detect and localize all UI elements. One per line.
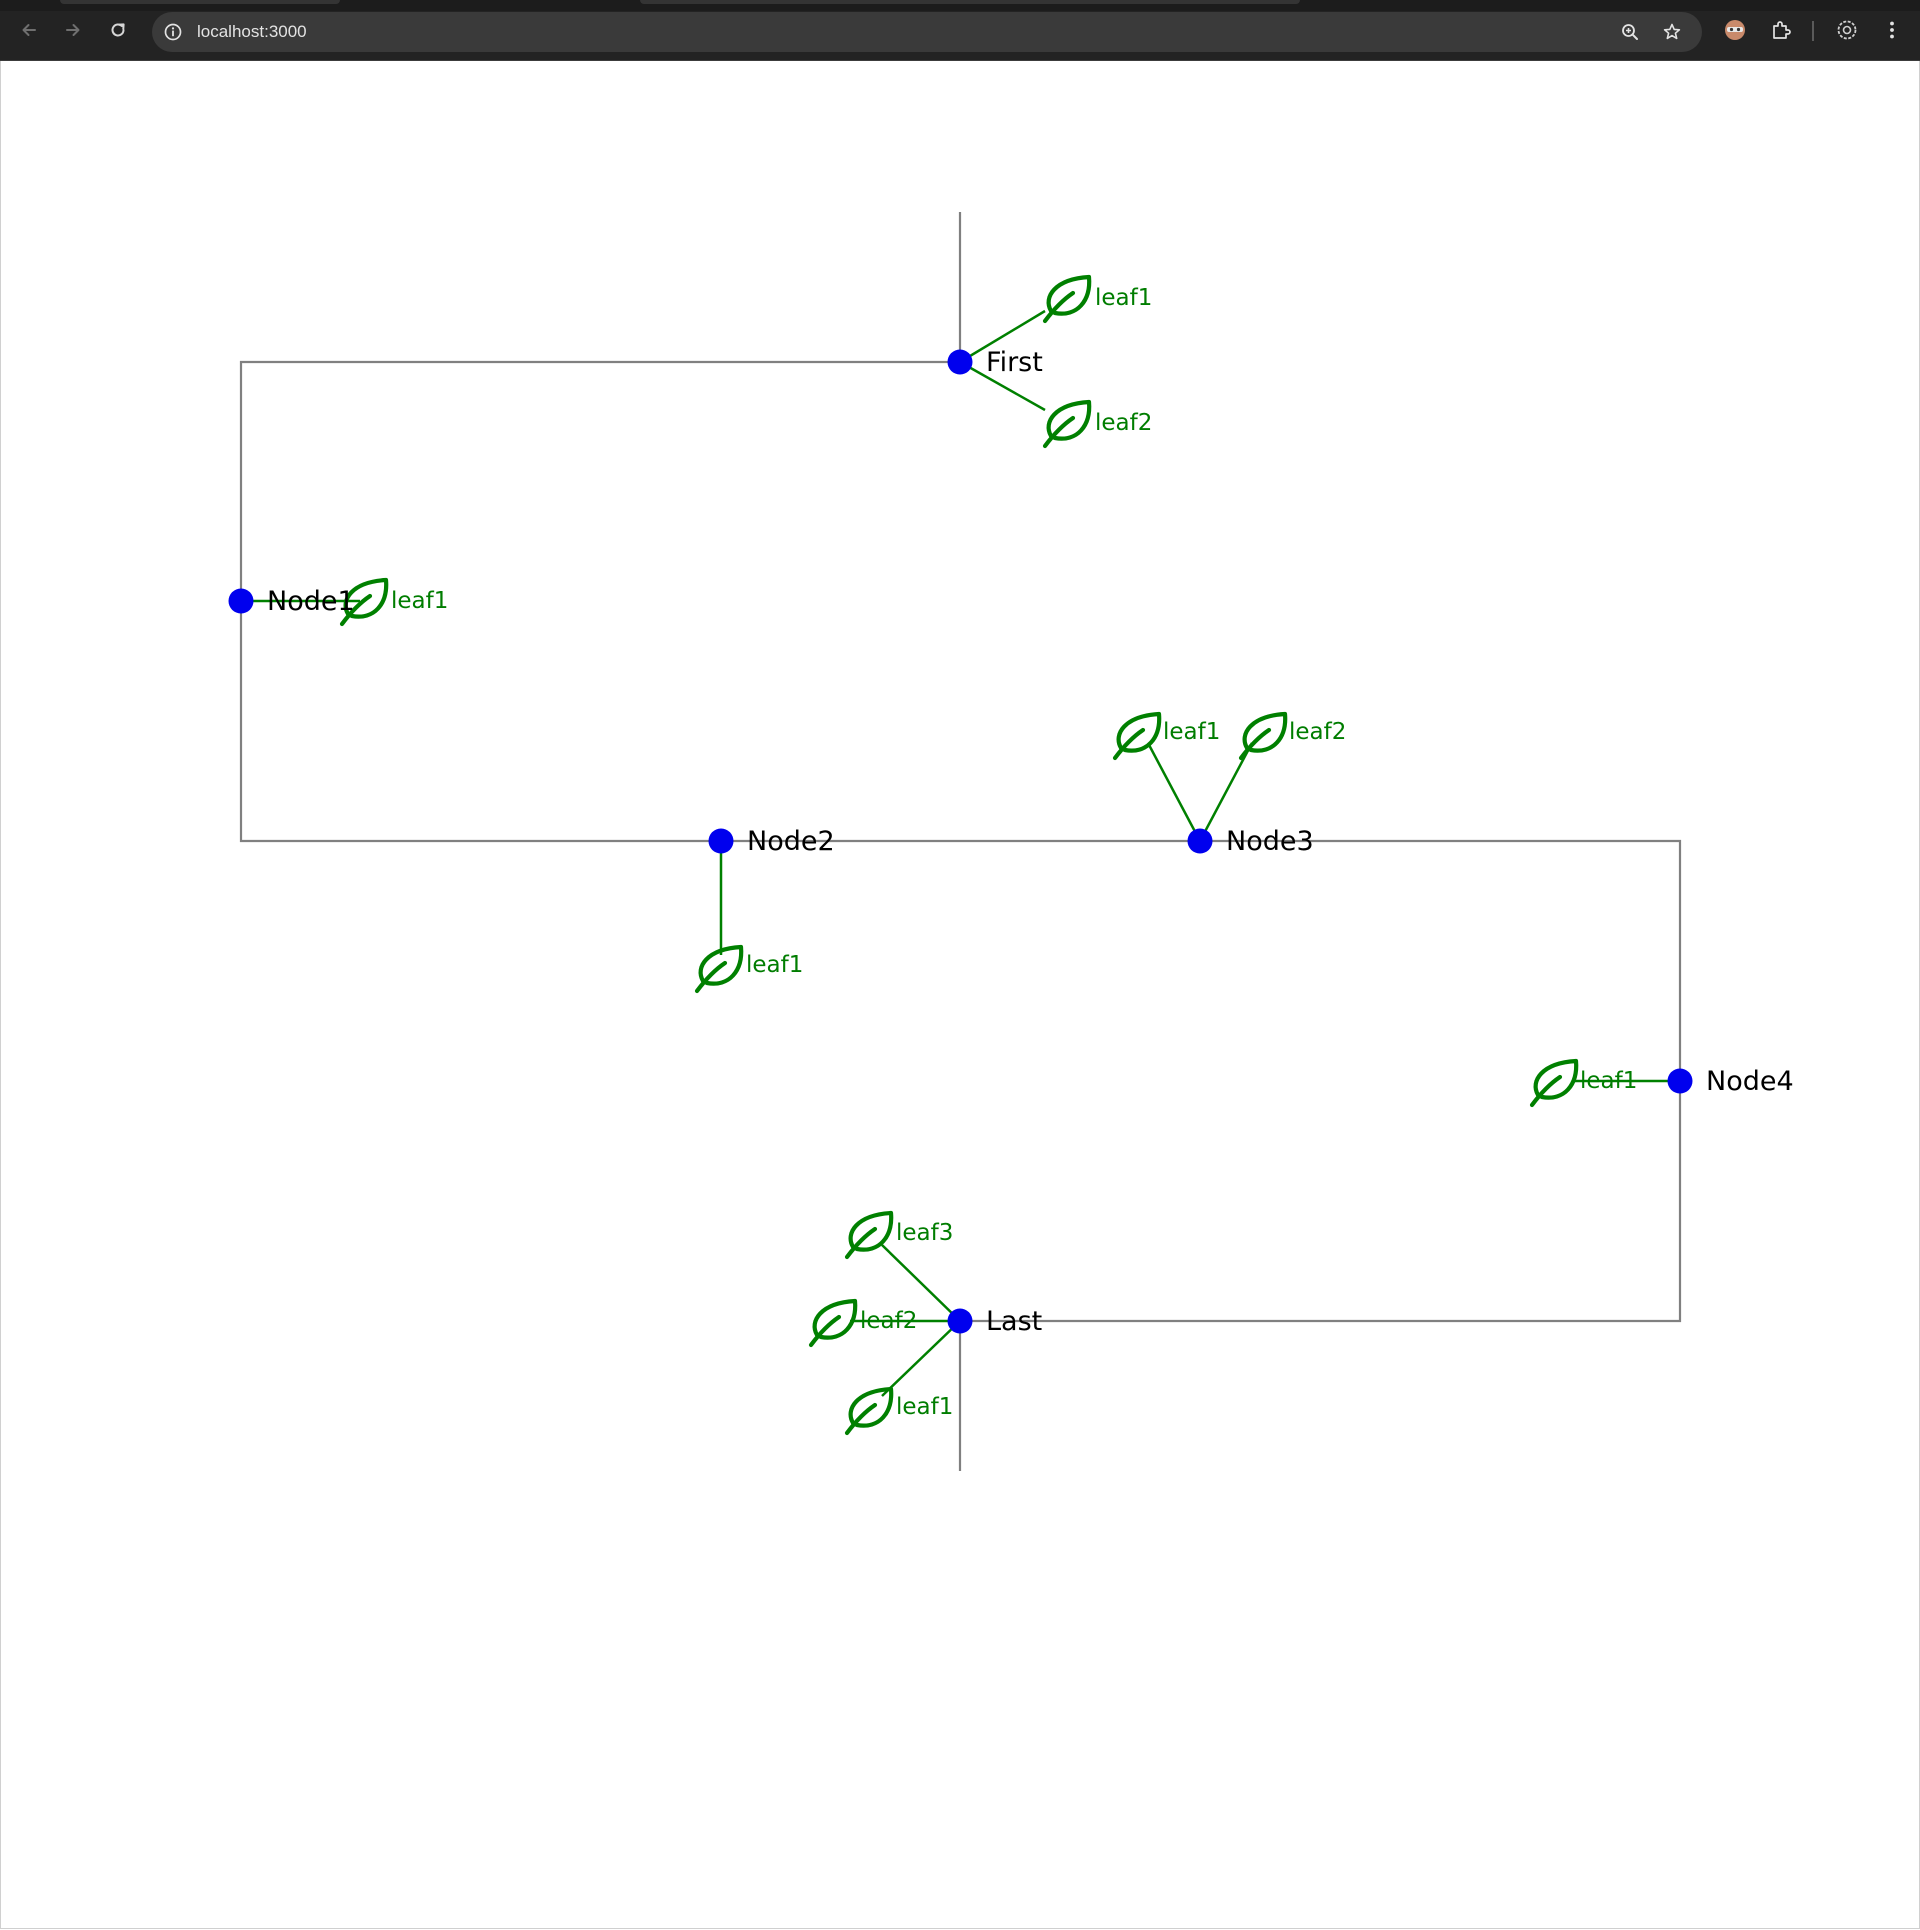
leaf-label-last-leaf1: leaf1 (896, 1394, 953, 1420)
leaf-label-node3-leaf1: leaf1 (1163, 719, 1220, 745)
leaf-label-node2-leaf1: leaf1 (746, 952, 803, 978)
node-label-node2: Node2 (747, 826, 835, 857)
node-circle-last[interactable] (947, 1308, 973, 1334)
node-label-first: First (986, 347, 1043, 378)
leaf-label-node3-leaf2: leaf2 (1289, 719, 1346, 745)
leaf-icon[interactable] (1238, 711, 1288, 761)
leaf-label-last-leaf3: leaf3 (896, 1220, 953, 1246)
node-label-node4: Node4 (1706, 1066, 1794, 1097)
leaf-icon[interactable] (1042, 399, 1092, 449)
node-circle-first[interactable] (947, 349, 973, 375)
edge-node3-node4 (1200, 839, 1682, 1081)
node-label-node3: Node3 (1226, 826, 1314, 857)
node-circle-node2[interactable] (708, 828, 734, 854)
leaf-icon[interactable] (1529, 1058, 1579, 1108)
leaf-link-node3-leaf1 (1146, 742, 1202, 842)
leaf-label-first-leaf2: leaf2 (1095, 410, 1152, 436)
node-circle-node4[interactable] (1667, 1068, 1693, 1094)
leaf-icon[interactable] (844, 1210, 894, 1260)
edge-first-node1 (239, 360, 960, 601)
leaf-icons: leaf1 leaf2 leaf1 leaf1 leaf1 leaf2 leaf1 leaf1… (339, 274, 1637, 1436)
node-label-node1: Node1 (267, 586, 355, 617)
leaf-links (241, 309, 1680, 1397)
leaf-icon[interactable] (1042, 274, 1092, 324)
graph-canvas: leaf1 leaf2 leaf1 leaf1 leaf1 leaf2 leaf1 leaf1… (228, 212, 1794, 1471)
node-label-last: Last (986, 1306, 1042, 1337)
leaf-label-node4-leaf1: leaf1 (1580, 1068, 1637, 1094)
leaf-icon[interactable] (844, 1386, 894, 1436)
node-circle-node3[interactable] (1187, 828, 1213, 854)
leaf-icon[interactable] (694, 944, 744, 994)
leaf-label-last-leaf2: leaf2 (860, 1308, 917, 1334)
leaf-icon[interactable] (808, 1298, 858, 1348)
leaf-label-node1-leaf1: leaf1 (391, 588, 448, 614)
graph-edges (239, 212, 1682, 1471)
edge-node4-last (960, 1081, 1682, 1323)
node-circle-node1[interactable] (228, 588, 254, 614)
leaf-label-first-leaf1: leaf1 (1095, 285, 1152, 311)
edge-node1-node2 (239, 601, 721, 843)
